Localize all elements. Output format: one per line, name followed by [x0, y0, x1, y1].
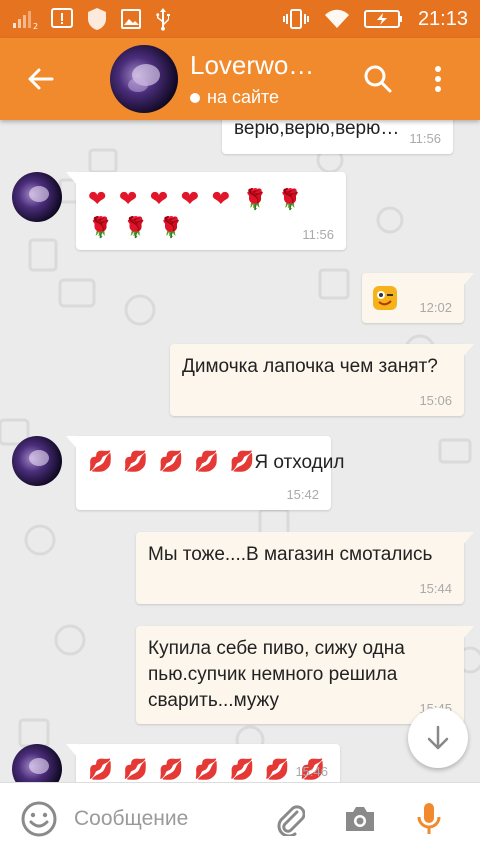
- kiss-emoji: 💋: [264, 759, 290, 781]
- mic-icon: [417, 802, 441, 834]
- attach-button[interactable]: [272, 799, 308, 839]
- message-time: 15:44: [419, 581, 452, 596]
- message-time: 15:06: [419, 393, 452, 408]
- rose-emoji: 🌹: [277, 189, 303, 211]
- signal-icon: 2: [12, 8, 38, 30]
- rose-emoji: 🌹: [88, 217, 113, 239]
- shield-icon: [86, 7, 108, 31]
- message-time: 15:46: [295, 764, 328, 779]
- message-time: 12:02: [419, 300, 452, 315]
- kiss-emoji: 💋: [158, 759, 184, 781]
- kiss-emoji: 💋: [158, 451, 184, 473]
- usb-icon: [154, 7, 172, 31]
- message-time: 11:56: [409, 131, 441, 146]
- svg-text:2: 2: [33, 22, 38, 30]
- camera-button[interactable]: [342, 799, 378, 839]
- back-arrow-icon: [28, 68, 54, 90]
- message-time: 11:56: [302, 227, 334, 242]
- search-icon: [364, 65, 392, 93]
- status-time: 21:13: [417, 7, 468, 30]
- contact-name[interactable]: Loverwom…: [190, 50, 335, 81]
- sender-avatar[interactable]: [12, 436, 62, 486]
- message-line: сварить...мужу: [148, 690, 279, 711]
- heart-emoji: ❤: [180, 186, 200, 211]
- heart-emoji: ❤: [88, 186, 107, 211]
- kiss-emoji: 💋: [194, 759, 219, 781]
- emoji-button[interactable]: [20, 800, 58, 838]
- online-status-text: на сайте: [207, 87, 280, 107]
- message-composer: [0, 782, 480, 854]
- message-bubble-in[interactable]: ❤ ❤ ❤ ❤ ❤ 🌹 🌹 🌹 🌹 🌹 11:56: [66, 172, 346, 250]
- message-bubble-in[interactable]: верю,верю,верю… 11:56: [222, 120, 453, 154]
- search-button[interactable]: [358, 59, 398, 99]
- kiss-emoji: 💋: [123, 451, 149, 473]
- rose-emoji: 🌹: [242, 189, 268, 211]
- sender-avatar[interactable]: [12, 172, 62, 222]
- message-bubble-out[interactable]: Купила себе пиво, сижу одна пью.супчик н…: [136, 626, 474, 724]
- rose-emoji: 🌹: [123, 217, 149, 239]
- back-button[interactable]: [0, 38, 80, 120]
- voice-button[interactable]: [414, 799, 444, 839]
- arrow-down-icon: [427, 725, 449, 750]
- status-bar: 2 21:13: [0, 0, 480, 38]
- heart-emoji: ❤: [211, 186, 230, 211]
- wink-smiley-sticker: [373, 286, 397, 310]
- message-text: Димочка лапочка чем занят?: [182, 356, 438, 377]
- message-time: 15:42: [286, 487, 319, 502]
- emoji-row: ❤ ❤ ❤ ❤ ❤ 🌹 🌹 🌹 🌹 🌹: [88, 184, 318, 242]
- contact-avatar[interactable]: [110, 45, 178, 113]
- message-text: верю,верю,верю…: [234, 120, 400, 139]
- camera-icon: [346, 806, 374, 831]
- scroll-down-button[interactable]: [408, 708, 468, 768]
- message-bubble-out[interactable]: Мы тоже....В магазин смотались 15:44: [136, 532, 474, 604]
- image-icon: [120, 8, 142, 30]
- rose-emoji: 🌹: [158, 217, 184, 239]
- message-bubble-out[interactable]: 12:02: [362, 273, 474, 323]
- kiss-emoji: 💋: [88, 451, 113, 473]
- more-vert-icon: [435, 66, 441, 92]
- online-dot-icon: [190, 92, 200, 103]
- kiss-emoji: 💋: [229, 759, 255, 781]
- kiss-emoji: 💋: [229, 451, 255, 473]
- heart-emoji: ❤: [149, 186, 169, 211]
- message-text: Купила себе пиво, сижу одна пью.супчик н…: [148, 636, 405, 714]
- app-bar: Loverwom… на сайте: [0, 38, 480, 120]
- paperclip-icon: [277, 804, 305, 836]
- vibrate-icon: [282, 8, 310, 30]
- heart-emoji: ❤: [118, 186, 138, 211]
- emoji-row: 💋 💋 💋 💋 💋Я отходил: [88, 448, 344, 476]
- message-input[interactable]: [74, 798, 254, 839]
- message-line: пью.супчик немного решила: [148, 664, 398, 685]
- message-line: Купила себе пиво, сижу одна: [148, 638, 405, 659]
- online-status: на сайте: [190, 87, 335, 108]
- more-button[interactable]: [428, 59, 448, 99]
- battery-icon: [363, 8, 404, 30]
- kiss-emoji: 💋: [88, 759, 113, 781]
- wifi-icon: [324, 8, 350, 30]
- message-bubble-in[interactable]: 💋 💋 💋 💋 💋 💋 💋 15:46: [66, 744, 340, 782]
- message-text: Мы тоже....В магазин смотались: [148, 544, 433, 565]
- alert-icon: [50, 7, 74, 31]
- message-bubble-out[interactable]: Димочка лапочка чем занят? 15:06: [170, 344, 474, 416]
- kiss-emoji: 💋: [123, 759, 149, 781]
- kiss-emoji: 💋: [194, 451, 219, 473]
- smile-icon: [21, 801, 57, 836]
- message-bubble-in[interactable]: 💋 💋 💋 💋 💋Я отходил 15:42: [66, 436, 344, 510]
- message-text: Я отходил: [254, 452, 345, 473]
- chat-area[interactable]: верю,верю,верю… 11:56 ❤ ❤ ❤ ❤ ❤ 🌹 🌹 🌹 🌹 …: [0, 120, 480, 782]
